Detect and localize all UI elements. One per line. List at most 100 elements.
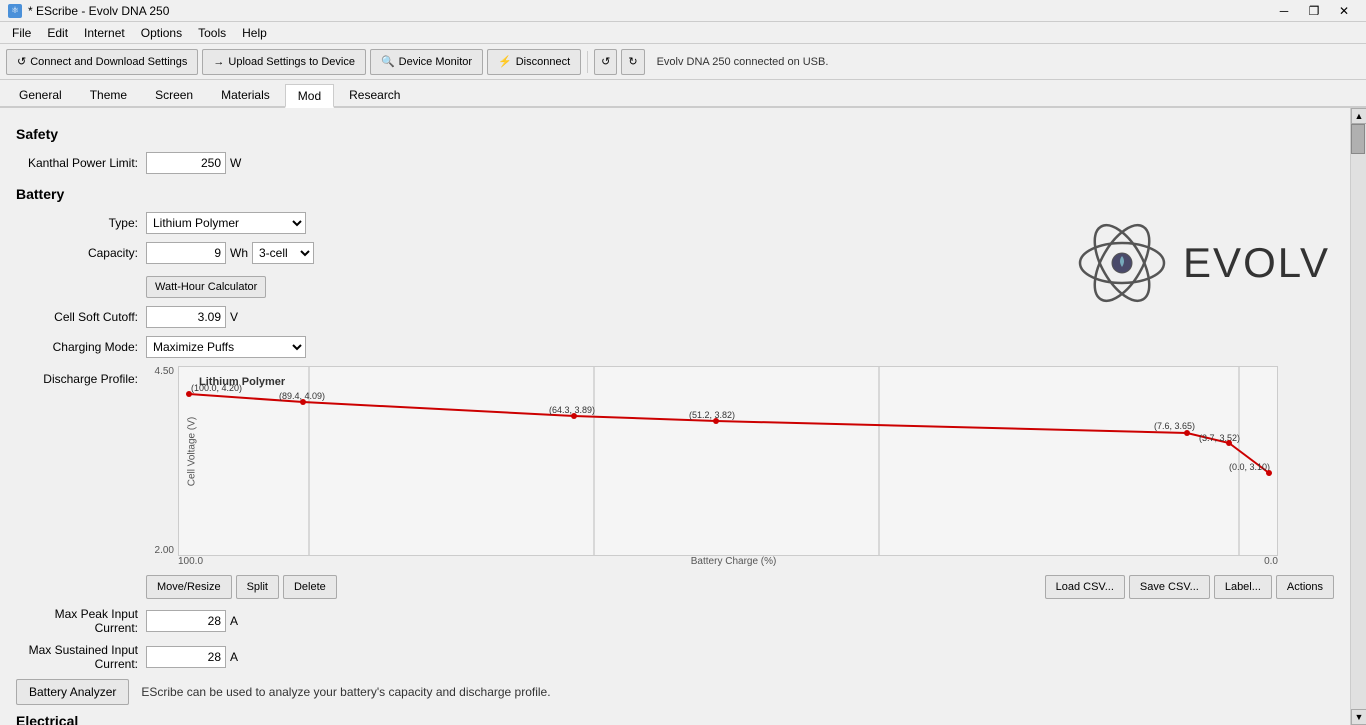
x-axis-labels: 100.0 Battery Charge (%) 0.0 bbox=[146, 556, 1278, 567]
soft-cutoff-label: Cell Soft Cutoff: bbox=[16, 310, 146, 324]
close-button[interactable]: ✕ bbox=[1330, 2, 1358, 20]
connect-icon: ↺ bbox=[17, 55, 26, 68]
delete-button[interactable]: Delete bbox=[283, 575, 337, 599]
svg-text:(100.0, 4.20): (100.0, 4.20) bbox=[191, 383, 242, 393]
discharge-chart[interactable]: Lithium Polymer bbox=[178, 366, 1278, 556]
tab-research[interactable]: Research bbox=[336, 82, 413, 106]
x-axis-right: 0.0 bbox=[1264, 556, 1278, 567]
battery-analyzer-button[interactable]: Battery Analyzer bbox=[16, 679, 129, 705]
actions-button[interactable]: Actions bbox=[1276, 575, 1334, 599]
x-axis-label: Battery Charge (%) bbox=[691, 556, 777, 567]
kanthal-power-row: Kanthal Power Limit: W bbox=[16, 152, 1334, 174]
tab-bar: General Theme Screen Materials Mod Resea… bbox=[0, 80, 1366, 108]
svg-text:(51.2, 3.82): (51.2, 3.82) bbox=[689, 410, 735, 420]
menu-internet[interactable]: Internet bbox=[76, 22, 133, 43]
content-area: EVOLV Safety Kanthal Power Limit: W Batt… bbox=[0, 108, 1350, 725]
undo-button[interactable]: ↺ bbox=[594, 49, 617, 75]
disconnect-icon: ⚡ bbox=[498, 55, 512, 68]
max-sustained-label: Max Sustained Input Current: bbox=[16, 643, 146, 671]
max-peak-input[interactable] bbox=[146, 610, 226, 632]
chart-left-buttons: Move/Resize Split Delete bbox=[146, 575, 337, 599]
maximize-button[interactable]: ❐ bbox=[1300, 2, 1328, 20]
title-bar-controls[interactable]: ─ ❐ ✕ bbox=[1270, 2, 1358, 20]
kanthal-power-unit: W bbox=[226, 156, 241, 170]
chart-right-buttons: Load CSV... Save CSV... Label... Actions bbox=[1045, 575, 1334, 599]
max-peak-label: Max Peak Input Current: bbox=[16, 607, 146, 635]
cell-count-select[interactable]: 3-cell 1-cell 2-cell bbox=[252, 242, 314, 264]
upload-settings-button[interactable]: → Upload Settings to Device bbox=[202, 49, 366, 75]
tab-theme[interactable]: Theme bbox=[77, 82, 140, 106]
disconnect-button[interactable]: ⚡ Disconnect bbox=[487, 49, 581, 75]
soft-cutoff-input[interactable] bbox=[146, 306, 226, 328]
scroll-track[interactable] bbox=[1351, 124, 1366, 709]
max-peak-unit: A bbox=[226, 614, 238, 628]
y-axis-label: Cell Voltage (V) bbox=[187, 392, 198, 512]
toolbar: ↺ Connect and Download Settings → Upload… bbox=[0, 44, 1366, 80]
menu-bar: File Edit Internet Options Tools Help bbox=[0, 22, 1366, 44]
battery-analyzer-row: Battery Analyzer EScribe can be used to … bbox=[16, 679, 1334, 705]
chart-action-row: Move/Resize Split Delete Load CSV... Sav… bbox=[16, 575, 1334, 599]
svg-text:(0.0, 3.10): (0.0, 3.10) bbox=[1229, 462, 1270, 472]
scroll-thumb[interactable] bbox=[1351, 124, 1365, 154]
scroll-up-button[interactable]: ▲ bbox=[1351, 108, 1366, 124]
chart-wrapper: Cell Voltage (V) 4.50 2.00 bbox=[146, 366, 1278, 567]
electrical-header: Electrical bbox=[16, 713, 1334, 725]
soft-cutoff-row: Cell Soft Cutoff: V bbox=[16, 306, 1334, 328]
redo-button[interactable]: ↻ bbox=[621, 49, 644, 75]
minimize-button[interactable]: ─ bbox=[1270, 2, 1298, 20]
upload-icon: → bbox=[213, 56, 224, 68]
chart-inner: 4.50 2.00 Lit bbox=[146, 366, 1278, 556]
main-content: EVOLV Safety Kanthal Power Limit: W Batt… bbox=[0, 108, 1366, 725]
tab-general[interactable]: General bbox=[6, 82, 75, 106]
toolbar-status: Evolv DNA 250 connected on USB. bbox=[649, 56, 837, 68]
tab-materials[interactable]: Materials bbox=[208, 82, 283, 106]
svg-text:(64.3, 3.89): (64.3, 3.89) bbox=[549, 405, 595, 415]
tab-screen[interactable]: Screen bbox=[142, 82, 206, 106]
split-button[interactable]: Split bbox=[236, 575, 279, 599]
battery-analyzer-description: EScribe can be used to analyze your batt… bbox=[129, 685, 550, 699]
discharge-profile-label: Discharge Profile: bbox=[16, 366, 146, 386]
kanthal-power-label: Kanthal Power Limit: bbox=[16, 156, 146, 170]
toolbar-separator bbox=[587, 51, 588, 73]
evolv-logo: EVOLV bbox=[1077, 218, 1330, 308]
menu-tools[interactable]: Tools bbox=[190, 22, 234, 43]
capacity-input[interactable] bbox=[146, 242, 226, 264]
scroll-down-button[interactable]: ▼ bbox=[1351, 709, 1366, 725]
y-max: 4.50 bbox=[146, 366, 174, 377]
evolv-text: EVOLV bbox=[1183, 239, 1330, 287]
app-title: * EScribe - Evolv DNA 250 bbox=[28, 4, 169, 18]
battery-type-label: Type: bbox=[16, 216, 146, 230]
menu-edit[interactable]: Edit bbox=[39, 22, 76, 43]
capacity-unit: Wh bbox=[226, 246, 248, 260]
x-axis-left: 100.0 bbox=[178, 556, 203, 567]
discharge-profile-row: Discharge Profile: Cell Voltage (V) 4.50… bbox=[16, 366, 1334, 567]
max-sustained-input[interactable] bbox=[146, 646, 226, 668]
monitor-icon: 🔍 bbox=[381, 55, 395, 68]
scrollbar[interactable]: ▲ ▼ bbox=[1350, 108, 1366, 725]
y-axis-values: 4.50 2.00 bbox=[146, 366, 178, 556]
menu-options[interactable]: Options bbox=[133, 22, 190, 43]
evolv-logo-area: EVOLV bbox=[1077, 218, 1330, 308]
label-button[interactable]: Label... bbox=[1214, 575, 1272, 599]
move-resize-button[interactable]: Move/Resize bbox=[146, 575, 232, 599]
connect-download-button[interactable]: ↺ Connect and Download Settings bbox=[6, 49, 198, 75]
app-icon: ⚛ bbox=[8, 4, 22, 18]
charging-mode-select[interactable]: Maximize Puffs Maximize Battery Life Max… bbox=[146, 336, 306, 358]
load-csv-button[interactable]: Load CSV... bbox=[1045, 575, 1125, 599]
atom-icon bbox=[1077, 218, 1167, 308]
battery-type-select[interactable]: Lithium Polymer Lithium Ion Lithium Iron… bbox=[146, 212, 306, 234]
soft-cutoff-unit: V bbox=[226, 310, 238, 324]
charging-mode-label: Charging Mode: bbox=[16, 340, 146, 354]
watt-hour-button[interactable]: Watt-Hour Calculator bbox=[146, 276, 266, 298]
max-peak-row: Max Peak Input Current: A bbox=[16, 607, 1334, 635]
battery-header: Battery bbox=[16, 186, 1334, 202]
chart-area: 4.50 2.00 Lit bbox=[146, 366, 1278, 567]
max-sustained-unit: A bbox=[226, 650, 238, 664]
device-monitor-button[interactable]: 🔍 Device Monitor bbox=[370, 49, 483, 75]
kanthal-power-input[interactable] bbox=[146, 152, 226, 174]
tab-mod[interactable]: Mod bbox=[285, 84, 334, 108]
save-csv-button[interactable]: Save CSV... bbox=[1129, 575, 1210, 599]
capacity-label: Capacity: bbox=[16, 246, 146, 260]
menu-file[interactable]: File bbox=[4, 22, 39, 43]
menu-help[interactable]: Help bbox=[234, 22, 275, 43]
